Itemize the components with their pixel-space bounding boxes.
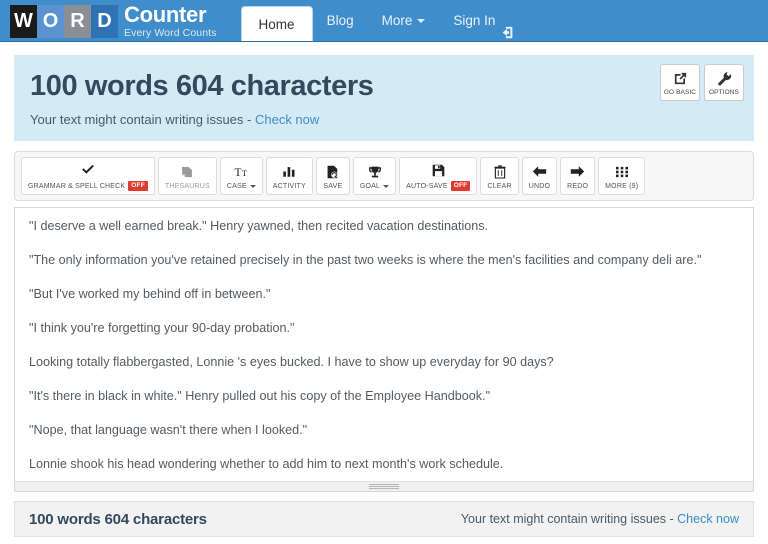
case-label: CASE (227, 183, 256, 190)
nav-menu: Home Blog More Sign In (240, 0, 529, 41)
wrench-icon (717, 70, 732, 87)
auto-save-button[interactable]: AUTO-SAVE OFF (399, 157, 478, 195)
check-now-link[interactable]: Check now (255, 112, 319, 127)
arrow-left-icon (532, 164, 547, 180)
book-icon (180, 164, 194, 180)
nav-item-more-label: More (381, 13, 413, 28)
grammar-label-text: GRAMMAR & SPELL CHECK (28, 182, 126, 190)
svg-text:T: T (234, 166, 241, 178)
trash-icon (494, 164, 506, 180)
svg-text:T: T (242, 168, 247, 177)
nav-item-home[interactable]: Home (240, 6, 313, 41)
goal-label-text: GOAL (359, 182, 381, 190)
writing-issues-notice: Your text might contain writing issues -… (30, 112, 738, 128)
text-editor-input[interactable]: "I deserve a well earned break." Henry y… (15, 208, 753, 484)
editor-paragraph: "I deserve a well earned break." Henry y… (29, 219, 489, 233)
goal-label: GOAL (359, 182, 390, 190)
editor-paragraph: "It's there in black in white." Henry pu… (29, 389, 491, 403)
clear-label: CLEAR (487, 182, 512, 190)
editor-paragraph: "But I've worked my behind off in betwee… (29, 287, 271, 301)
redo-label: REDO (567, 182, 589, 190)
footer-issues-text: Your text might contain writing issues - (460, 512, 678, 526)
top-navbar: W O R D Counter Every Word Counts Home B… (0, 0, 768, 42)
thesaurus-label: THESAURUS (164, 182, 210, 190)
goal-button[interactable]: GOAL (352, 157, 397, 195)
header-action-buttons: GO BASIC OPTIONS (660, 64, 744, 101)
undo-button[interactable]: UNDO (521, 157, 558, 195)
brand-tagline: Every Word Counts (124, 27, 217, 39)
grammar-spell-check-button[interactable]: GRAMMAR & SPELL CHECK OFF (21, 157, 155, 195)
footer-status-bar: 100 words 604 characters Your text might… (14, 501, 754, 537)
floppy-disk-icon (432, 162, 445, 178)
more-label: MORE (9) (605, 182, 639, 190)
stats-header-panel: 100 words 604 characters Your text might… (14, 55, 754, 141)
nav-item-sign-in[interactable]: Sign In (439, 0, 528, 41)
logo-letter-w: W (10, 4, 37, 38)
undo-label: UNDO (528, 182, 551, 190)
writing-issues-text: Your text might contain writing issues - (30, 112, 255, 127)
thesaurus-button[interactable]: THESAURUS (157, 157, 217, 195)
grid-icon (615, 164, 629, 180)
logo-letter-o: O (37, 4, 64, 38)
resize-grip-icon (369, 484, 399, 489)
case-label-text: CASE (226, 182, 247, 190)
page-title: 100 words 604 characters (30, 70, 374, 102)
case-button[interactable]: T T CASE (219, 157, 263, 195)
options-button[interactable]: OPTIONS (704, 64, 744, 101)
save-label: SAVE (323, 182, 343, 190)
clear-button[interactable]: CLEAR (480, 157, 519, 195)
editor-resize-handle[interactable] (15, 481, 753, 491)
nav-item-more[interactable]: More (368, 0, 440, 41)
chevron-down-icon (383, 184, 390, 188)
brand-text: Counter Every Word Counts (124, 2, 217, 40)
go-basic-label: GO BASIC (663, 88, 697, 96)
save-file-icon (326, 164, 339, 180)
grammar-spell-check-label: GRAMMAR & SPELL CHECK OFF (28, 181, 148, 191)
chevron-down-icon (249, 184, 256, 188)
nav-item-sign-in-label: Sign In (453, 13, 496, 28)
editor-paragraph: "I think you're forgetting your 90-day p… (29, 321, 295, 335)
bar-chart-icon (282, 164, 296, 180)
trophy-icon (368, 164, 382, 180)
brand-name: Counter (124, 2, 207, 27)
auto-save-label: AUTO-SAVE OFF (406, 181, 471, 191)
footer-check-now-link[interactable]: Check now (677, 512, 739, 526)
logo-letter-r: R (64, 4, 91, 38)
editor-paragraph: Lonnie shook his head wondering whether … (29, 457, 504, 471)
editor-paragraph: "The only information you've retained pr… (29, 253, 702, 267)
sign-in-icon (501, 14, 514, 39)
nav-item-blog-label: Blog (326, 13, 354, 28)
redo-button[interactable]: REDO (560, 157, 596, 195)
options-label: OPTIONS (709, 88, 739, 96)
logo-letter-d: D (91, 4, 118, 38)
footer-writing-issues: Your text might contain writing issues -… (461, 512, 739, 526)
arrow-right-icon (570, 164, 585, 180)
footer-word-count: 100 words 604 characters (29, 510, 207, 528)
nav-item-home-label: Home (258, 16, 295, 32)
external-link-icon (673, 70, 688, 87)
site-logo[interactable]: W O R D Counter Every Word Counts (10, 2, 217, 40)
go-basic-button[interactable]: GO BASIC (660, 64, 700, 101)
save-button[interactable]: SAVE (315, 157, 350, 195)
editor-toolbar: GRAMMAR & SPELL CHECK OFF THESAURUS T T … (14, 151, 754, 201)
nav-item-blog[interactable]: Blog (313, 0, 368, 41)
text-case-icon: T T (234, 164, 249, 180)
text-editor-container: "I deserve a well earned break." Henry y… (14, 207, 754, 492)
editor-paragraph: Looking totally flabbergasted, Lonnie 's… (29, 355, 554, 369)
logo-letter-boxes: W O R D (10, 4, 118, 38)
grammar-off-badge: OFF (128, 181, 148, 191)
activity-label: ACTIVITY (272, 182, 306, 190)
editor-paragraph: "Nope, that language wasn't there when I… (29, 423, 308, 437)
auto-save-off-badge: OFF (450, 181, 471, 191)
activity-button[interactable]: ACTIVITY (265, 157, 313, 195)
chevron-down-icon (417, 18, 426, 23)
auto-save-label-text: AUTO-SAVE (406, 182, 448, 190)
check-icon (81, 162, 95, 178)
more-button[interactable]: MORE (9) (598, 157, 646, 195)
